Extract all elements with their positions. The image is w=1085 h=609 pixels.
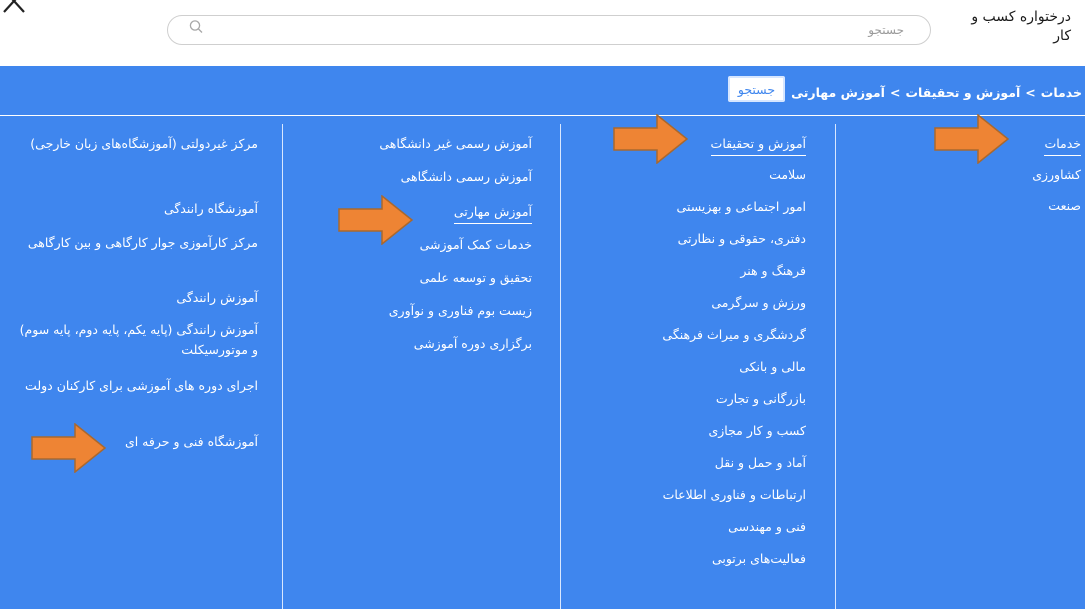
col4-item-label: آموزشگاه رانندگی (163, 201, 258, 216)
breadcrumb-search-button[interactable]: جستجو (727, 76, 786, 102)
col2-item[interactable]: ورزش و سرگرمی (551, 293, 806, 313)
breadcrumb-bar: خدمات > آموزش و تحقیقات > آموزش مهارتی ج… (0, 66, 1085, 116)
col1-item-label: صنعت (1048, 198, 1081, 213)
col2-item[interactable]: فرهنگ و هنر (551, 261, 806, 281)
col2-item-label: امور اجتماعی و بهزیستی (676, 199, 806, 214)
col4-item[interactable]: اجرای دوره های آموزشی برای کارکنان دولت (13, 376, 258, 396)
col3-item-label: آموزش رسمی دانشگاهی (400, 169, 532, 184)
close-icon[interactable] (0, 0, 36, 16)
col2-item[interactable]: فنی و مهندسی (551, 517, 806, 537)
col4-item-label: آموزش رانندگی (پایه یکم، پایه دوم، پایه … (19, 322, 258, 357)
col2-item-label: بازرگانی و تجارت (715, 391, 806, 406)
col3-item[interactable]: آموزش رسمی دانشگاهی (277, 167, 532, 187)
col2-item-label: فرهنگ و هنر (740, 263, 806, 278)
col4-item[interactable]: آموزش رانندگی (پایه یکم، پایه دوم، پایه … (13, 320, 258, 360)
col2-item-label: ارتباطات و فناوری اطلاعات (662, 487, 806, 502)
col4-item-label: مرکز غیردولتی (آموزشگاه‌های زبان خارجی) (30, 136, 258, 151)
col2-item[interactable]: ارتباطات و فناوری اطلاعات (551, 485, 806, 505)
category-tree-panel: خدمات > آموزش و تحقیقات > آموزش مهارتی ج… (0, 66, 1085, 609)
column-divider (282, 124, 283, 609)
col2-item[interactable]: گردشگری و میراث فرهنگی (551, 325, 806, 345)
col2-item[interactable]: مالی و بانکی (551, 357, 806, 377)
breadcrumb-item-services[interactable]: خدمات (1041, 85, 1082, 100)
col2-item-label: ورزش و سرگرمی (711, 295, 806, 310)
breadcrumb-item-skills[interactable]: آموزش مهارتی (791, 85, 885, 100)
col2-item[interactable]: فعالیت‌های برتوبی (551, 549, 806, 569)
col4-item-label: مرکز کارآموزی جوار کارگاهی و بین کارگاهی (27, 235, 258, 250)
breadcrumb-item-education[interactable]: آموزش و تحقیقات (905, 85, 1020, 100)
search-icon (189, 20, 203, 33)
col3-item-label: آموزش مهارتی (453, 204, 532, 224)
breadcrumb: خدمات > آموزش و تحقیقات > آموزش مهارتی ج… (727, 76, 1082, 102)
breadcrumb-separator: > (1025, 84, 1036, 100)
col2-item-label: فعالیت‌های برتوبی (711, 551, 806, 566)
col4-item[interactable]: آموزش رانندگی (13, 288, 258, 308)
col4-item[interactable]: آموزشگاه رانندگی (13, 199, 258, 219)
col3-item-label: تحقیق و توسعه علمی (419, 270, 532, 285)
col2-item[interactable]: امور اجتماعی و بهزیستی (551, 197, 806, 217)
col3-item-label: برگزاری دوره آموزشی (413, 336, 532, 351)
col3-item-label: زیست بوم فناوری و نوآوری (388, 303, 532, 318)
col2-item-label: آماد و حمل و نقل (714, 455, 806, 470)
col2-item-label: مالی و بانکی (739, 359, 806, 374)
column-divider (835, 124, 836, 609)
orange-arrow-icon (338, 195, 414, 245)
col2-item[interactable]: بازرگانی و تجارت (551, 389, 806, 409)
app-title: درختواره کسب و کار (971, 9, 1071, 44)
col2-item-label: سلامت (769, 167, 806, 182)
col4-item-label: آموزشگاه فنی و حرفه ای (124, 434, 258, 449)
col4-item[interactable]: مرکز غیردولتی (آموزشگاه‌های زبان خارجی) (13, 134, 258, 154)
col3-item[interactable]: آموزش رسمی غیر دانشگاهی (277, 134, 532, 154)
col2-item[interactable]: آماد و حمل و نقل (551, 453, 806, 473)
orange-arrow-icon (31, 423, 107, 473)
col3-item[interactable]: زیست بوم فناوری و نوآوری (277, 301, 532, 321)
orange-arrow-icon (613, 114, 689, 164)
col1-item-label: خدمات (1044, 136, 1081, 156)
search-input[interactable]: جستجو (167, 15, 931, 45)
col3-item[interactable]: برگزاری دوره آموزشی (277, 334, 532, 354)
col3-item-label: خدمات کمک آموزشی (419, 237, 532, 252)
col1-item-label: کشاورزی (1032, 167, 1081, 182)
col4-item-label: اجرای دوره های آموزشی برای کارکنان دولت (25, 378, 258, 393)
orange-arrow-icon (934, 114, 1010, 164)
col3-item-label: آموزش رسمی غیر دانشگاهی (379, 136, 532, 151)
col1-item[interactable]: کشاورزی (851, 165, 1081, 185)
col4-item[interactable]: مرکز کارآموزی جوار کارگاهی و بین کارگاهی (13, 233, 258, 253)
col2-item-label: گردشگری و میراث فرهنگی (662, 327, 806, 342)
top-bar: جستجو درختواره کسب و کار (0, 0, 1085, 66)
search-placeholder: جستجو (868, 23, 904, 37)
col2-item-label: کسب و کار مجازی (708, 423, 806, 438)
breadcrumb-separator: > (889, 84, 901, 100)
col3-item[interactable]: تحقیق و توسعه علمی (277, 268, 532, 288)
col2-item-label: دفتری، حقوقی و نظارتی (677, 231, 806, 246)
col2-item[interactable]: سلامت (551, 165, 806, 185)
col1-item[interactable]: صنعت (851, 196, 1081, 216)
col2-item-label: فنی و مهندسی (728, 519, 806, 534)
col2-item[interactable]: دفتری، حقوقی و نظارتی (551, 229, 806, 249)
col2-item-label: آموزش و تحقیقات (710, 136, 806, 156)
col4-item-label: آموزش رانندگی (176, 290, 258, 305)
col2-item[interactable]: کسب و کار مجازی (551, 421, 806, 441)
